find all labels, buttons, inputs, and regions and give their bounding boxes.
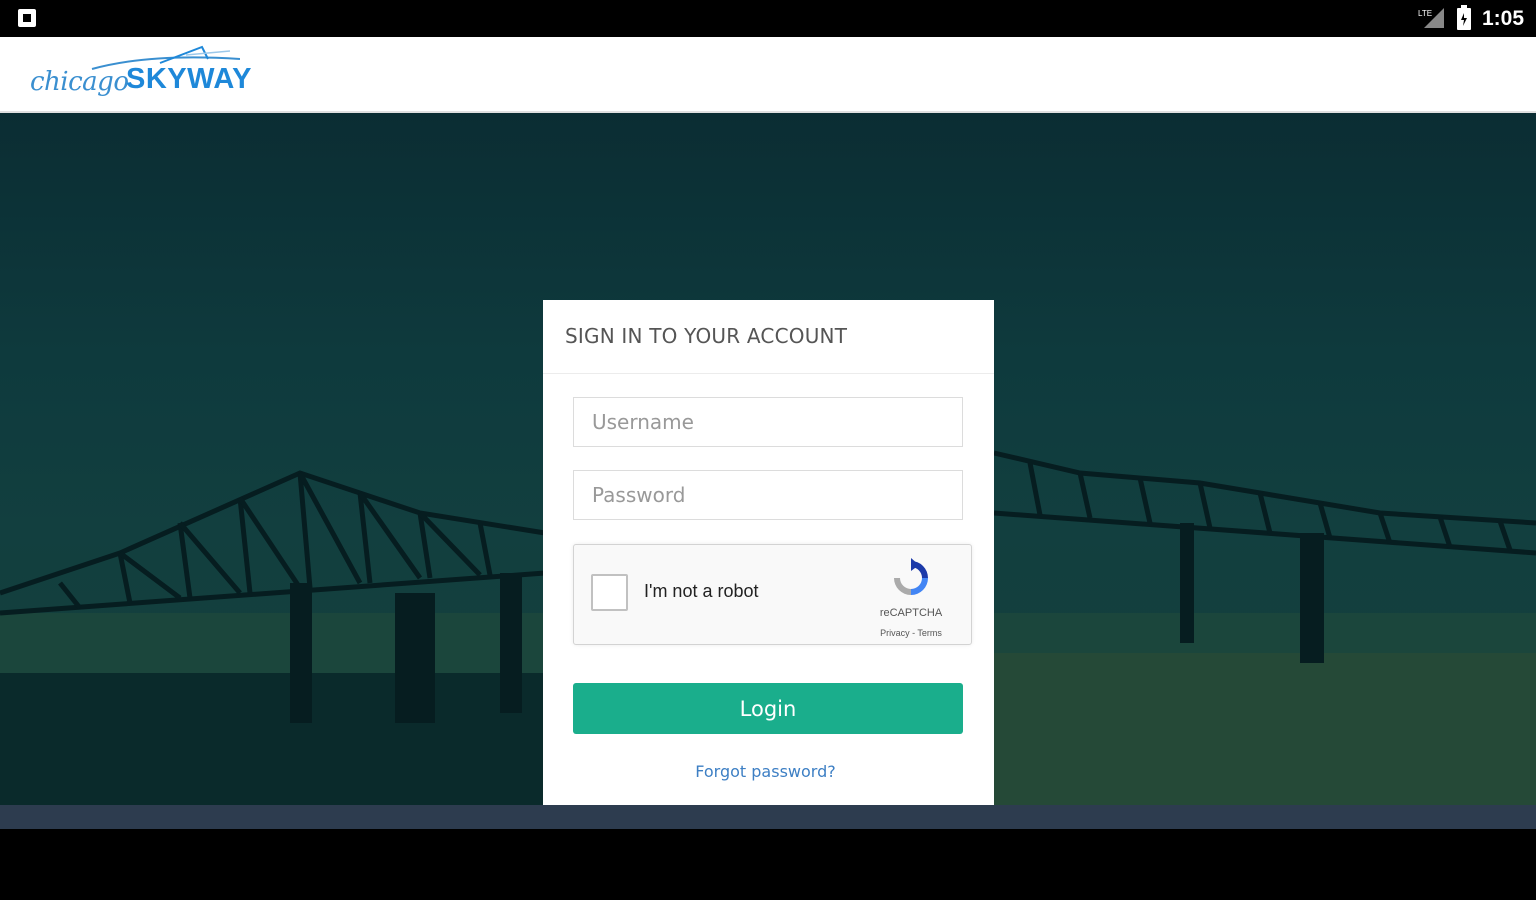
password-input[interactable] bbox=[573, 470, 963, 520]
recaptcha-logo: reCAPTCHA Privacy - Terms bbox=[871, 557, 951, 638]
recaptcha-checkbox[interactable] bbox=[591, 574, 628, 611]
login-button[interactable]: Login bbox=[573, 683, 963, 734]
footer-strip bbox=[0, 805, 1536, 829]
cell-signal-icon: LTE bbox=[1418, 8, 1444, 28]
svg-text:LTE: LTE bbox=[1418, 9, 1432, 18]
recaptcha-brand: reCAPTCHA bbox=[879, 607, 943, 619]
login-card: SIGN IN TO YOUR ACCOUNT I'm not a robot … bbox=[543, 300, 994, 805]
username-input[interactable] bbox=[573, 397, 963, 447]
logo-text-chicago: chicago bbox=[30, 67, 129, 97]
status-bar: LTE 1:05 bbox=[0, 0, 1536, 37]
logo-text-skyway: SKYWAY bbox=[126, 63, 253, 95]
forgot-password-link[interactable]: Forgot password? bbox=[543, 762, 988, 781]
recaptcha-privacy-terms[interactable]: Privacy - Terms bbox=[871, 628, 951, 638]
recaptcha-widget: I'm not a robot reCAPTCHA Privacy - Term… bbox=[573, 544, 972, 645]
site-header: chicago SKYWAY bbox=[0, 37, 1536, 113]
battery-icon bbox=[1457, 5, 1471, 30]
chicago-skyway-logo[interactable]: chicago SKYWAY bbox=[30, 45, 270, 105]
recaptcha-icon bbox=[894, 558, 928, 595]
login-title: SIGN IN TO YOUR ACCOUNT bbox=[565, 324, 848, 348]
clock: 1:05 bbox=[1481, 7, 1524, 30]
login-card-header: SIGN IN TO YOUR ACCOUNT bbox=[543, 300, 994, 374]
recaptcha-label: I'm not a robot bbox=[644, 581, 759, 601]
notification-icon bbox=[18, 9, 36, 27]
